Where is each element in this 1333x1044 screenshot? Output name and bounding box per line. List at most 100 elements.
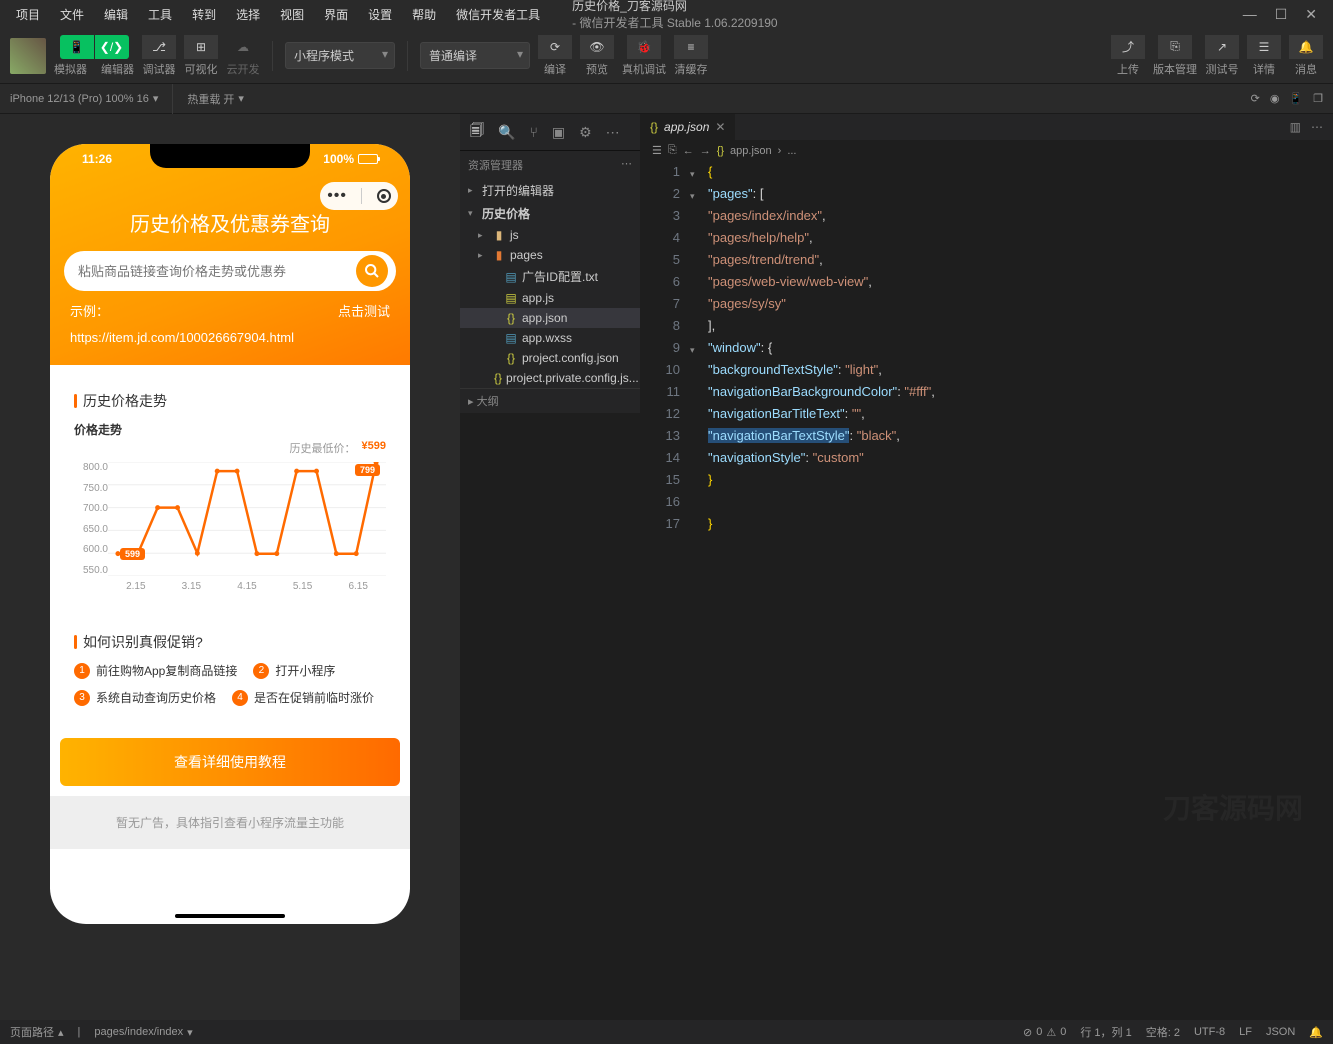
maximize-icon[interactable]: ☐ <box>1275 6 1288 23</box>
capsule-menu-icon[interactable]: ••• <box>327 187 347 205</box>
tree-file-appjs[interactable]: ▤app.js <box>460 288 640 308</box>
search-icon[interactable]: 🔍 <box>498 124 515 141</box>
outline-header[interactable]: ▸ 大纲 <box>460 388 640 413</box>
menu-select[interactable]: 选择 <box>228 2 268 27</box>
forward-icon[interactable]: → <box>700 145 711 157</box>
example-test-button[interactable]: 点击测试 <box>338 301 390 320</box>
window-title: 历史价格_刀客源码网 - 微信开发者工具 Stable 1.06.2209190 <box>552 0 1239 31</box>
chart-badge-high: 799 <box>355 464 380 476</box>
device-icon[interactable]: 📱 <box>1289 92 1303 105</box>
record-icon[interactable]: ◉ <box>1270 92 1280 105</box>
page-path[interactable]: pages/index/index ▾ <box>94 1026 192 1039</box>
status-battery-text: 100% <box>323 152 354 166</box>
tree-open-editors[interactable]: ▸打开的编辑器 <box>460 179 640 202</box>
capsule[interactable]: ••• <box>320 182 398 210</box>
more-editor-icon[interactable]: ⋯ <box>1311 120 1323 134</box>
menu-file[interactable]: 文件 <box>52 2 92 27</box>
page-path-dropdown[interactable]: 页面路径 ▴ <box>10 1024 64 1040</box>
version-button[interactable]: ⎘ <box>1158 35 1192 59</box>
status-spaces[interactable]: 空格: 2 <box>1146 1024 1180 1040</box>
back-icon[interactable]: ← <box>683 145 694 157</box>
simulator-button[interactable]: 📱 <box>60 35 94 59</box>
preview-button[interactable]: 👁 <box>580 35 614 59</box>
status-pos[interactable]: 行 1，列 1 <box>1080 1024 1131 1040</box>
detail-label: 详情 <box>1253 61 1275 77</box>
tutorial-button[interactable]: 查看详细使用教程 <box>60 738 400 786</box>
testnum-button[interactable]: ↗ <box>1205 35 1239 59</box>
tree-project-root[interactable]: ▾历史价格 <box>460 202 640 225</box>
mode-dropdown[interactable]: 小程序模式 <box>285 42 395 69</box>
menu-project[interactable]: 项目 <box>8 2 48 27</box>
tab-close-icon[interactable]: ✕ <box>715 120 725 134</box>
upload-button[interactable]: ⤴ <box>1111 35 1145 59</box>
step-2: 2打开小程序 <box>253 662 335 679</box>
compile-mode-dropdown[interactable]: 普通编译 <box>420 42 530 69</box>
compile-label: 编译 <box>544 61 566 77</box>
step-4: 4是否在促销前临时涨价 <box>232 689 374 706</box>
minimize-icon[interactable]: — <box>1243 6 1257 23</box>
hotreload-dropdown[interactable]: 热重载 开 ▾ <box>187 91 244 107</box>
breadcrumb[interactable]: ☰ ⎘ ← → {}app.json›... <box>640 140 1333 161</box>
tree-folder-js[interactable]: ▸▮js <box>460 225 640 245</box>
tree-file-projconfig[interactable]: {}project.config.json <box>460 348 640 368</box>
device-dropdown[interactable]: iPhone 12/13 (Pro) 100% 16 ▾ <box>10 92 158 105</box>
menu-goto[interactable]: 转到 <box>184 2 224 27</box>
detail-button[interactable]: ☰ <box>1247 35 1281 59</box>
editor-button[interactable]: ❮/❯ <box>95 35 129 59</box>
cache-label: 清缓存 <box>675 61 708 77</box>
avatar[interactable] <box>10 38 46 74</box>
status-lang[interactable]: JSON <box>1266 1026 1295 1038</box>
menu-view[interactable]: 视图 <box>272 2 312 27</box>
menu-settings[interactable]: 设置 <box>360 2 400 27</box>
tree-folder-pages[interactable]: ▸▮pages <box>460 245 640 265</box>
search-button[interactable] <box>356 255 388 287</box>
section-title: 历史价格走势 <box>74 391 386 411</box>
phone-frame: 11:26 100% ••• 历史价格及优惠券查询 示例： 点击测试 https… <box>50 144 410 924</box>
simulator-label: 模拟器 <box>54 61 87 77</box>
git-icon[interactable]: ⑂ <box>529 124 537 140</box>
pip-icon[interactable]: ❐ <box>1313 92 1323 105</box>
menu-tool[interactable]: 工具 <box>140 2 180 27</box>
menu-help[interactable]: 帮助 <box>404 2 444 27</box>
bookmark-icon[interactable]: ☰ <box>652 144 662 157</box>
more-icon[interactable]: ⋯ <box>606 124 620 141</box>
status-errors[interactable]: ⊘ 0 ⚠ 0 <box>1023 1026 1066 1039</box>
tree-file-adtxt[interactable]: ▤广告ID配置.txt <box>460 265 640 288</box>
debugger-label: 调试器 <box>143 61 176 77</box>
tree-file-appwxss[interactable]: ▤app.wxss <box>460 328 640 348</box>
menu-edit[interactable]: 编辑 <box>96 2 136 27</box>
compile-button[interactable]: ⟳ <box>538 35 572 59</box>
ext-icon[interactable]: ▣ <box>552 124 565 141</box>
explorer-icon[interactable]: 🗐 <box>470 120 484 144</box>
step-3: 3系统自动查询历史价格 <box>74 689 216 706</box>
capsule-close-icon[interactable] <box>377 189 391 203</box>
debugger-button[interactable]: ⎇ <box>142 35 176 59</box>
split-icon[interactable]: ▥ <box>1290 120 1301 134</box>
tree-file-projprivate[interactable]: {}project.private.config.js... <box>460 368 640 388</box>
debug-button[interactable]: 🐞 <box>627 35 661 59</box>
editor-panel: 🗐 🔍 ⑂ ▣ ⚙ ⋯ 资源管理器⋯ ▸打开的编辑器 ▾历史价格 ▸▮js ▸▮… <box>460 114 1333 1020</box>
build-icon[interactable]: ⚙ <box>579 124 592 141</box>
tab-appjson[interactable]: {}app.json✕ <box>640 114 735 140</box>
example-label: 示例： <box>70 301 109 320</box>
message-button[interactable]: 🔔 <box>1289 35 1323 59</box>
cloud-label: 云开发 <box>227 61 260 77</box>
explorer-more-icon[interactable]: ⋯ <box>621 157 632 173</box>
search-input[interactable] <box>78 264 356 279</box>
status-bell-icon[interactable]: 🔔 <box>1309 1026 1323 1039</box>
activity-bar: 🗐 🔍 ⑂ ▣ ⚙ ⋯ <box>460 114 640 151</box>
refresh-icon[interactable]: ⟳ <box>1251 92 1260 105</box>
cache-button[interactable]: ≡ <box>674 35 708 59</box>
code-editor[interactable]: 1234567891011121314151617 ▾▾ ▾ { "pages"… <box>640 161 1333 1020</box>
preview-label: 预览 <box>586 61 608 77</box>
status-eol[interactable]: LF <box>1239 1026 1252 1038</box>
editor-tabs: {}app.json✕ ▥ ⋯ <box>640 114 1333 140</box>
cloud-button[interactable]: ☁ <box>226 35 260 59</box>
close-icon[interactable]: ✕ <box>1305 6 1317 23</box>
menu-ui[interactable]: 界面 <box>316 2 356 27</box>
status-enc[interactable]: UTF-8 <box>1194 1026 1225 1038</box>
bookmark-icon2[interactable]: ⎘ <box>668 144 677 157</box>
visual-button[interactable]: ⊞ <box>184 35 218 59</box>
tree-file-appjson[interactable]: {}app.json <box>460 308 640 328</box>
menu-wxdevtools[interactable]: 微信开发者工具 <box>448 2 548 27</box>
